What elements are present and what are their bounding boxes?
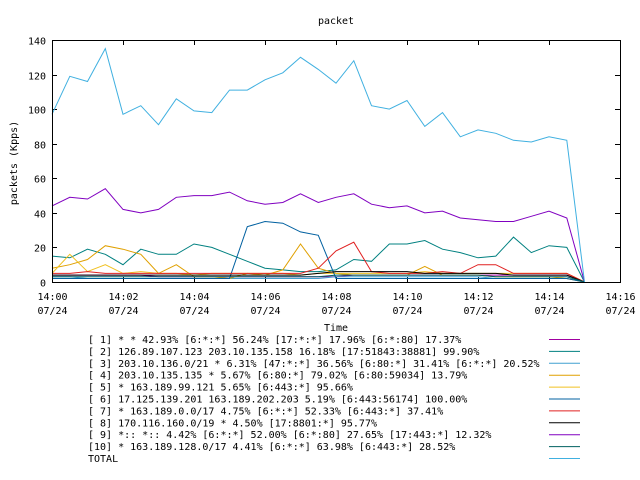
chart-title: packet — [318, 16, 354, 27]
legend-label-1: [ 1] * * 42.93% [6:*:*] 56.24% [17:*:*] … — [88, 335, 461, 346]
x-tick-date-label: 07/24 — [321, 306, 351, 317]
packet-chart: packet packets (Kpps) Time 0 20 40 60 80 100 1… — [9, 16, 636, 465]
legend-label-2: [ 2] 126.89.107.123 203.10.135.158 16.18… — [88, 347, 479, 358]
x-tick-date-label: 07/24 — [179, 306, 209, 317]
x-tick-date-label: 07/24 — [108, 306, 138, 317]
x-tick-date-label: 07/24 — [392, 306, 422, 317]
y-tick-label: 20 — [34, 244, 46, 255]
legend-label-6: [ 6] 17.125.139.201 163.189.202.203 5.19… — [88, 395, 467, 406]
x-tick-time-label: 14:08 — [321, 292, 351, 303]
legend-label-8: [ 8] 170.116.160.0/19 * 4.50% [17:8801:*… — [88, 418, 377, 429]
legend-label-4: [ 4] 203.10.135.135 * 5.67% [6:80:*] 79.… — [88, 371, 467, 382]
y-tick-label: 80 — [34, 141, 46, 152]
series-line-7 — [52, 241, 585, 283]
x-tick-date-label: 07/24 — [605, 306, 635, 317]
legend-label-11: TOTAL — [88, 454, 118, 465]
y-axis-label: packets (Kpps) — [9, 121, 20, 205]
x-tick-time-label: 14:04 — [179, 292, 209, 303]
x-tick-time-label: 14:00 — [37, 292, 67, 303]
series-line-3 — [52, 276, 585, 283]
x-axis-label: Time — [324, 323, 348, 334]
legend-label-7: [ 7] * 163.189.0.0/17 4.75% [6:*:*] 52.3… — [88, 406, 443, 417]
legend: [ 1] * * 42.93% [6:*:*] 56.24% [17:*:*] … — [88, 335, 580, 465]
legend-label-3: [ 3] 203.10.136.0/21 * 6.31% [47:*:*] 36… — [88, 359, 540, 370]
x-tick-date-label: 07/24 — [250, 306, 280, 317]
plot-frame — [52, 40, 621, 283]
x-tick-date-label: 07/24 — [534, 306, 564, 317]
y-tick-label: 100 — [28, 106, 46, 117]
y-tick-label: 0 — [40, 279, 46, 290]
x-tick-date-label: 07/24 — [463, 306, 493, 317]
x-tick-date-label: 07/24 — [37, 306, 67, 317]
legend-label-9: [ 9] *:: *:: 4.42% [6:*:*] 52.00% [6:*:8… — [88, 430, 491, 441]
legend-label-10: [10] * 163.189.128.0/17 4.41% [6:*:*] 63… — [88, 442, 455, 453]
x-tick-time-label: 14:14 — [534, 292, 564, 303]
y-tick-label: 60 — [34, 175, 46, 186]
y-tick-label: 140 — [28, 37, 46, 48]
legend-label-5: [ 5] * 163.189.99.121 5.65% [6:443:*] 95… — [88, 383, 353, 394]
x-tick-time-label: 14:10 — [392, 292, 422, 303]
y-tick-label: 120 — [28, 72, 46, 83]
series-lines — [51, 47, 585, 283]
x-tick-time-label: 14:06 — [250, 292, 280, 303]
x-tick-time-label: 14:12 — [463, 292, 493, 303]
x-tick-time-label: 14:16 — [605, 292, 635, 303]
y-tick-label: 40 — [34, 210, 46, 221]
x-tick-time-label: 14:02 — [108, 292, 138, 303]
